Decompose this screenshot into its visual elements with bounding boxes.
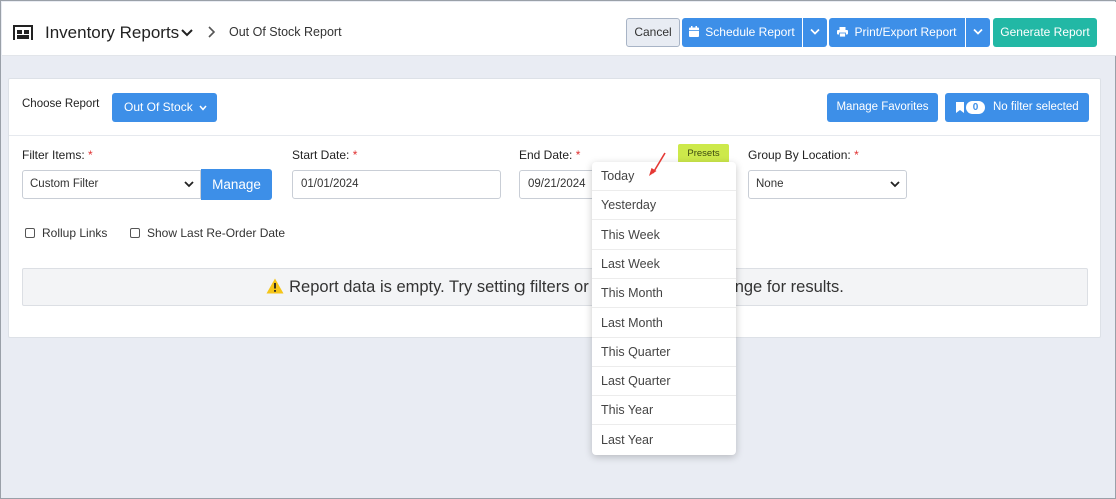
alert-message: Report data is empty. Try setting filter… — [289, 278, 589, 296]
chevron-down-icon — [199, 105, 207, 111]
alert-message-end: nge for results. — [734, 278, 844, 296]
report-select-value: Out Of Stock — [124, 100, 193, 114]
checkbox-box[interactable] — [25, 227, 35, 238]
preset-item-this-month[interactable]: This Month — [592, 279, 736, 309]
preset-item-last-year[interactable]: Last Year — [592, 426, 736, 455]
chevron-down-icon — [810, 29, 820, 36]
filter-status-label: No filter selected — [993, 101, 1079, 113]
rollup-links-label: Rollup Links — [42, 226, 108, 240]
top-bar: Inventory Reports Out Of Stock Report Ca… — [2, 2, 1116, 56]
annotation-arrow-icon — [649, 152, 666, 176]
filter-items-label-text: Filter Items: — [22, 148, 85, 162]
schedule-report-button[interactable]: Schedule Report — [682, 18, 802, 47]
report-select[interactable]: Out Of Stock — [112, 93, 217, 122]
required-marker: * — [575, 148, 581, 162]
group-by-location-label: Group By Location: * — [748, 148, 859, 162]
warehouse-icon — [13, 25, 33, 40]
checkbox-box[interactable] — [130, 227, 140, 238]
app-window: Inventory Reports Out Of Stock Report Ca… — [0, 0, 1116, 499]
start-date-label-text: Start Date: — [292, 148, 350, 162]
preset-item-this-quarter[interactable]: This Quarter — [592, 338, 736, 367]
group-by-label-text: Group By Location: — [748, 148, 851, 162]
start-date-input[interactable]: 01/01/2024 — [292, 170, 501, 199]
calendar-icon — [689, 26, 700, 38]
chevron-down-icon — [184, 181, 194, 188]
breadcrumb: Out Of Stock Report — [229, 25, 342, 39]
presets-dropdown-menu: Today Yesterday This Week Last Week This… — [592, 162, 736, 455]
group-by-location-select[interactable]: None — [748, 170, 907, 199]
manage-favorites-button[interactable]: Manage Favorites — [827, 93, 938, 122]
schedule-report-label: Schedule Report — [705, 25, 795, 39]
chevron-down-icon[interactable] — [181, 27, 193, 37]
filter-items-label: Filter Items: * — [22, 148, 93, 162]
required-marker: * — [88, 148, 93, 162]
print-export-label: Print/Export Report — [854, 25, 957, 39]
divider — [9, 135, 1100, 136]
chevron-down-icon — [890, 181, 900, 188]
schedule-dropdown-button[interactable] — [803, 18, 827, 47]
report-panel: Choose Report Out Of Stock Manage Favori… — [8, 78, 1101, 338]
show-reorder-date-checkbox[interactable]: Show Last Re-Order Date — [130, 226, 285, 240]
chevron-right-icon — [208, 26, 216, 38]
saved-filter-button[interactable]: 0 No filter selected — [945, 93, 1089, 122]
preset-item-last-month[interactable]: Last Month — [592, 309, 736, 338]
show-reorder-date-label: Show Last Re-Order Date — [147, 226, 286, 240]
print-dropdown-button[interactable] — [966, 18, 990, 47]
print-export-button[interactable]: Print/Export Report — [829, 18, 965, 47]
page-title[interactable]: Inventory Reports — [45, 23, 179, 43]
end-date-label-text: End Date: — [519, 148, 573, 162]
preset-item-yesterday[interactable]: Yesterday — [592, 191, 736, 221]
preset-item-this-year[interactable]: This Year — [592, 396, 736, 426]
preset-item-last-week[interactable]: Last Week — [592, 250, 736, 279]
warning-icon — [266, 278, 284, 294]
start-date-label: Start Date: * — [292, 148, 357, 162]
required-marker: * — [854, 148, 859, 162]
preset-item-last-quarter[interactable]: Last Quarter — [592, 367, 736, 397]
filter-count-badge: 0 — [966, 101, 985, 114]
filter-items-select[interactable]: Custom Filter — [22, 170, 201, 199]
preset-item-this-week[interactable]: This Week — [592, 221, 736, 250]
generate-report-button[interactable]: Generate Report — [993, 18, 1097, 47]
manage-button[interactable]: Manage — [201, 169, 272, 200]
choose-report-label: Choose Report — [22, 98, 100, 110]
rollup-links-checkbox[interactable]: Rollup Links — [25, 226, 107, 240]
bookmark-icon — [956, 102, 964, 113]
empty-report-alert: Report data is empty. Try setting filter… — [22, 268, 1088, 306]
filter-items-value: Custom Filter — [30, 178, 99, 190]
end-date-input[interactable]: 09/21/2024 — [519, 170, 599, 199]
cancel-button[interactable]: Cancel — [626, 18, 680, 47]
presets-button[interactable]: Presets — [678, 144, 729, 163]
group-by-value: None — [756, 178, 784, 190]
end-date-label: End Date: * — [519, 148, 580, 162]
chevron-down-icon — [973, 29, 983, 36]
printer-icon — [837, 26, 849, 37]
required-marker: * — [352, 148, 358, 162]
